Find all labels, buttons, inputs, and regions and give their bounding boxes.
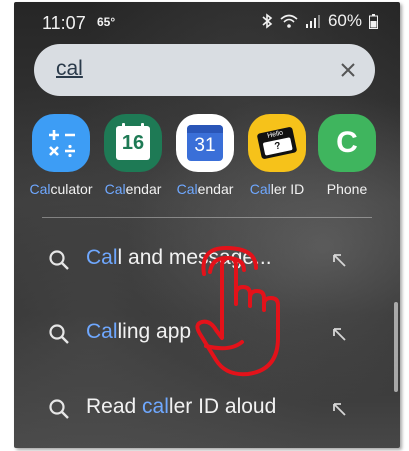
calendar-16-icon: 16 — [104, 114, 162, 172]
search-icon — [48, 398, 70, 420]
suggestion-label: Read caller ID aloud — [86, 395, 277, 418]
status-bar: 11:07 65° 60% — [14, 2, 400, 42]
app-calculator[interactable]: Calculator — [22, 114, 100, 197]
app-label: Calendar — [176, 181, 234, 197]
app-label: Phone — [326, 181, 368, 197]
close-icon[interactable] — [339, 61, 357, 79]
app-label: Calendar — [104, 181, 162, 197]
wifi-icon — [280, 14, 298, 28]
app-results: Calculator 16 Calendar 31 Calendar Hello… — [14, 114, 400, 210]
search-bar[interactable]: cal — [34, 44, 375, 96]
suggestion-label: Calling app — [86, 320, 192, 343]
signal-icon — [305, 14, 321, 28]
search-icon — [48, 249, 70, 271]
app-label: Caller ID — [249, 181, 305, 197]
arrow-up-left-icon[interactable] — [330, 325, 348, 343]
suggestion-label: Call and message... — [86, 246, 272, 269]
bluetooth-icon — [261, 13, 273, 29]
phone-screen: 11:07 65° 60% cal Calculator 16 Calendar… — [14, 2, 400, 448]
suggestion-item[interactable]: Calling app — [14, 306, 400, 362]
battery-percent: 60% — [327, 11, 362, 30]
app-label: Calculator — [29, 181, 93, 197]
caller-id-icon: Hello ? — [248, 114, 306, 172]
app-calendar-green[interactable]: 16 Calendar — [94, 114, 172, 197]
search-icon — [48, 323, 70, 345]
status-time: 11:07 — [42, 13, 86, 33]
calendar-31-icon: 31 — [176, 114, 234, 172]
battery-icon — [369, 13, 378, 29]
divider — [42, 217, 372, 218]
arrow-up-left-icon[interactable] — [330, 251, 348, 269]
app-calendar-google[interactable]: 31 Calendar — [166, 114, 244, 197]
search-input[interactable]: cal — [56, 57, 83, 81]
phone-icon: C — [318, 114, 376, 172]
scrollbar[interactable] — [394, 302, 398, 392]
arrow-up-left-icon[interactable] — [330, 400, 348, 418]
weather-temp: 65° — [97, 15, 116, 29]
suggestion-item[interactable]: Read caller ID aloud — [14, 381, 400, 437]
app-caller-id[interactable]: Hello ? Caller ID — [238, 114, 316, 197]
calculator-icon — [32, 114, 90, 172]
status-icons: 60% — [261, 11, 378, 31]
app-phone[interactable]: C Phone — [308, 114, 386, 197]
suggestion-item[interactable]: Call and message... — [14, 232, 400, 288]
